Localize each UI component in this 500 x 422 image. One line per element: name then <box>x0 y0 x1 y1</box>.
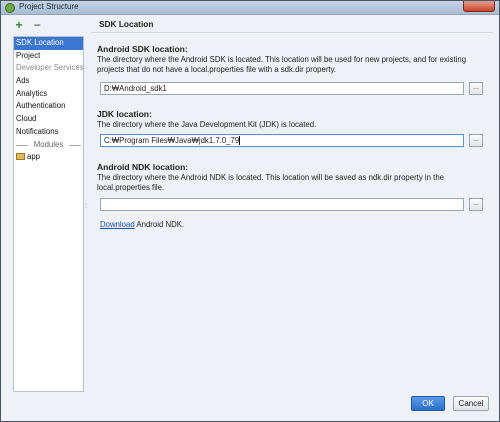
sidebar-item-cloud[interactable]: Cloud <box>14 113 83 126</box>
download-ndk-line: Download Android NDK. <box>100 220 184 229</box>
modules-separator: Modules <box>14 139 83 152</box>
sidebar-nav-list: SDK Location Project Developer Services … <box>13 36 84 392</box>
ok-button[interactable]: OK <box>411 396 445 411</box>
download-ndk-suffix: Android NDK. <box>134 220 185 229</box>
ndk-path-field[interactable] <box>100 198 464 211</box>
sidebar-section-developer-services: Developer Services <box>16 63 84 73</box>
android-sdk-description: The directory where the Android SDK is l… <box>97 55 467 74</box>
left-panel: + − SDK Location Project Developer Servi… <box>1 15 89 393</box>
text-caret <box>239 136 241 145</box>
ndk-title: Android NDK location: <box>97 162 189 172</box>
sidebar-item-analytics[interactable]: Analytics <box>14 88 83 101</box>
ndk-description: The directory where the Android NDK is l… <box>97 173 444 192</box>
folder-icon <box>16 153 25 161</box>
jdk-description: The directory where the Java Development… <box>97 120 317 129</box>
window-title: Project Structure <box>19 2 79 11</box>
dialog-button-bar: OK Cancel <box>1 393 499 421</box>
sidebar-item-module-app[interactable]: app <box>14 151 83 164</box>
sidebar-item-sdk-location[interactable]: SDK Location <box>14 37 83 50</box>
jdk-path-field[interactable]: C:₩Program Files₩Java₩jdk1.7.0_79 <box>100 134 464 147</box>
ndk-browse-button[interactable]: ... <box>469 198 483 211</box>
android-sdk-path-field[interactable]: D:₩Android_sdk1 <box>100 82 464 95</box>
window-close-button[interactable] <box>463 1 495 12</box>
remove-icon[interactable]: − <box>31 19 43 31</box>
download-ndk-link[interactable]: Download <box>100 220 135 229</box>
android-sdk-browse-button[interactable]: ... <box>469 82 483 95</box>
project-structure-window: Project Structure + − SDK Location Proje… <box>0 0 500 422</box>
page-header: SDK Location <box>91 15 493 33</box>
splitter-handle[interactable]: ⋮ <box>83 203 89 215</box>
sidebar-item-project[interactable]: Project <box>14 50 83 63</box>
sdk-location-panel: SDK Location Android SDK location: The d… <box>91 15 493 393</box>
jdk-title: JDK location: <box>97 109 152 119</box>
cancel-button[interactable]: Cancel <box>453 396 489 411</box>
add-icon[interactable]: + <box>13 19 25 31</box>
sidebar-item-ads[interactable]: Ads <box>14 75 83 88</box>
title-bar[interactable]: Project Structure <box>1 1 499 15</box>
jdk-path-value: C:₩Program Files₩Java₩jdk1.7.0_79 <box>104 136 240 145</box>
android-studio-icon <box>5 3 15 13</box>
module-label: app <box>27 152 41 162</box>
sidebar-item-notifications[interactable]: Notifications <box>14 126 83 139</box>
jdk-browse-button[interactable]: ... <box>469 134 483 147</box>
sidebar-toolbar: + − <box>13 19 47 33</box>
page-title: SDK Location <box>99 19 154 29</box>
sidebar-item-authentication[interactable]: Authentication <box>14 100 83 113</box>
android-sdk-title: Android SDK location: <box>97 44 188 54</box>
